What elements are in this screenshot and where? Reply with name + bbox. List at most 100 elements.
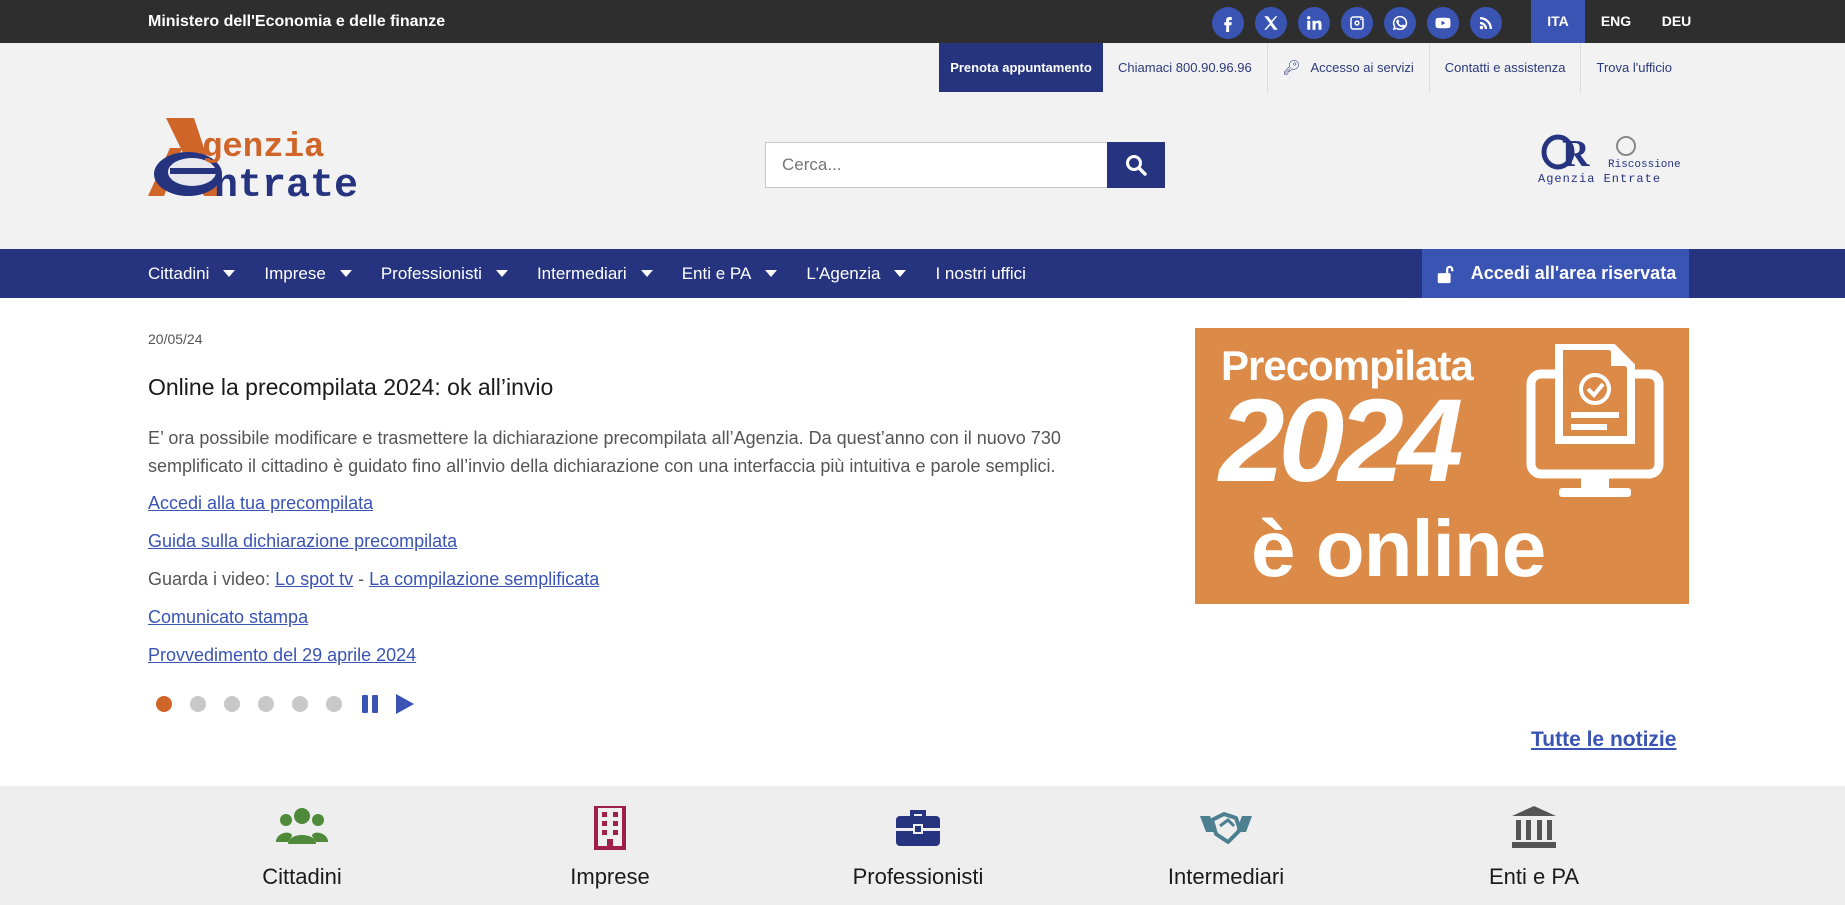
main-nav: Cittadini Imprese Professionisti Interme… — [0, 249, 1845, 298]
services-access-link[interactable]: 🔑︎ Accesso ai servizi — [1268, 43, 1430, 92]
computer-document-icon — [1526, 344, 1664, 497]
play-button[interactable] — [394, 694, 414, 714]
video-prefix: Guarda i video: — [148, 569, 276, 589]
reserved-area-button[interactable]: Accedi all'area riservata — [1422, 249, 1689, 298]
find-office-link[interactable]: Trova l'ufficio — [1581, 43, 1686, 92]
unlock-icon — [1437, 265, 1454, 283]
ader-agency-label: Agenzia Entrate — [1538, 172, 1661, 186]
rss-icon[interactable] — [1470, 7, 1502, 39]
category-intermediari[interactable]: Intermediari — [1126, 806, 1326, 890]
search-input[interactable] — [765, 142, 1107, 188]
svg-text:R: R — [1562, 133, 1590, 175]
agenzia-entrate-logo[interactable]: genzia ntrate — [148, 118, 404, 202]
call-link[interactable]: Chiamaci 800.90.96.96 — [1103, 43, 1268, 92]
book-appointment-button[interactable]: Prenota appuntamento — [939, 43, 1103, 92]
slide-dot[interactable] — [156, 696, 172, 712]
nav-intermediari[interactable]: Intermediari — [537, 249, 653, 298]
category-cittadini-label: Cittadini — [262, 864, 342, 889]
whatsapp-icon[interactable] — [1384, 7, 1416, 39]
ministry-link[interactable]: Ministero dell'Economia e delle finanze — [148, 0, 445, 43]
instagram-icon[interactable] — [1341, 7, 1373, 39]
riscossione-logo[interactable]: R Riscossione Agenzia Entrate — [1538, 132, 1680, 186]
category-bar: Cittadini Imprese Professionisti Interme… — [0, 786, 1845, 905]
handshake-icon — [1200, 812, 1252, 844]
category-enti-pa-label: Enti e PA — [1488, 864, 1580, 889]
caret-down-icon — [765, 270, 778, 277]
lang-deu[interactable]: DEU — [1647, 0, 1706, 43]
facebook-icon[interactable] — [1212, 7, 1244, 39]
nav-enti-pa-label: Enti e PA — [681, 264, 752, 283]
lang-ita[interactable]: ITA — [1531, 0, 1585, 43]
precompilata-access-link[interactable]: Accedi alla tua precompilata — [148, 493, 373, 513]
nav-agenzia[interactable]: L'Agenzia — [806, 249, 907, 298]
logo-line1: genzia — [202, 129, 324, 167]
nav-imprese[interactable]: Imprese — [264, 249, 352, 298]
pause-icon — [362, 695, 378, 713]
caret-down-icon — [640, 270, 653, 277]
category-professionisti-label: Professionisti — [852, 864, 984, 889]
category-imprese[interactable]: Imprese — [510, 806, 710, 890]
nav-intermediari-label: Intermediari — [536, 264, 627, 283]
caret-down-icon — [495, 270, 508, 277]
slide-dot[interactable] — [190, 696, 206, 712]
simplified-compilation-link[interactable]: La compilazione semplificata — [369, 569, 599, 589]
nav-enti-pa[interactable]: Enti e PA — [682, 249, 778, 298]
pause-button[interactable] — [360, 694, 380, 714]
search-icon — [1126, 155, 1147, 176]
language-switcher: ITA ENG DEU — [1531, 0, 1706, 43]
nav-professionisti[interactable]: Professionisti — [381, 249, 508, 298]
caret-down-icon — [339, 270, 352, 277]
slide-dot[interactable] — [258, 696, 274, 712]
slide-dot[interactable] — [292, 696, 308, 712]
building-icon — [594, 806, 626, 850]
video-separator: - — [353, 569, 370, 589]
banner-line2: 2024 — [1219, 375, 1464, 507]
logo-line2: ntrate — [214, 164, 358, 202]
news-date: 20/05/24 — [148, 331, 203, 347]
users-icon — [276, 808, 328, 844]
youtube-icon[interactable] — [1427, 7, 1459, 39]
slide-dot[interactable] — [326, 696, 342, 712]
nav-professionisti-label: Professionisti — [380, 264, 482, 283]
nav-uffici[interactable]: I nostri uffici — [935, 249, 1025, 298]
news-title: Online la precompilata 2024: ok all’invi… — [148, 374, 554, 400]
caret-down-icon — [223, 270, 236, 277]
nav-cittadini-label: Cittadini — [148, 264, 210, 283]
riscossione-label: Riscossione — [1608, 159, 1680, 171]
press-release-link[interactable]: Comunicato stampa — [148, 607, 308, 627]
play-icon — [396, 694, 414, 714]
linkedin-icon[interactable] — [1298, 7, 1330, 39]
reserved-area-label: Accedi all'area riservata — [1470, 263, 1677, 283]
spot-tv-link[interactable]: Lo spot tv — [275, 569, 353, 589]
services-access-label: Accesso ai servizi — [1310, 60, 1414, 75]
key-icon: 🔑︎ — [1282, 59, 1301, 75]
top-bar: Ministero dell'Economia e delle finanze … — [0, 0, 1845, 43]
news-links: Accedi alla tua precompilata Guida sulla… — [148, 489, 599, 679]
utility-menu: Prenota appuntamento Chiamaci 800.90.96.… — [939, 43, 1687, 92]
all-news-link[interactable]: Tutte le notizie — [1531, 728, 1676, 752]
institution-icon — [1512, 806, 1556, 848]
slide-dot[interactable] — [224, 696, 240, 712]
category-cittadini[interactable]: Cittadini — [202, 806, 402, 890]
precompilata-banner[interactable]: Precompilata 2024 è online — [1195, 328, 1689, 604]
search-button[interactable] — [1107, 142, 1165, 188]
nav-imprese-label: Imprese — [264, 264, 326, 283]
provision-link[interactable]: Provvedimento del 29 aprile 2024 — [148, 645, 416, 665]
nav-agenzia-label: L'Agenzia — [806, 264, 881, 283]
social-links — [1212, 7, 1502, 39]
category-enti-pa[interactable]: Enti e PA — [1434, 806, 1634, 890]
search-bar — [765, 142, 1165, 188]
nav-cittadini[interactable]: Cittadini — [148, 249, 236, 298]
slider-controls — [156, 694, 428, 714]
news-body: E’ ora possibile modificare e trasmetter… — [148, 428, 1061, 476]
category-professionisti[interactable]: Professionisti — [818, 806, 1018, 890]
caret-down-icon — [894, 270, 907, 277]
precompilata-guide-link[interactable]: Guida sulla dichiarazione precompilata — [148, 531, 457, 551]
contacts-link[interactable]: Contatti e assistenza — [1430, 43, 1582, 92]
category-imprese-label: Imprese — [570, 864, 650, 889]
briefcase-icon — [896, 810, 940, 846]
x-icon[interactable] — [1255, 7, 1287, 39]
banner-line3: è online — [1251, 504, 1546, 593]
category-intermediari-label: Intermediari — [1167, 864, 1285, 889]
lang-eng[interactable]: ENG — [1585, 0, 1647, 43]
